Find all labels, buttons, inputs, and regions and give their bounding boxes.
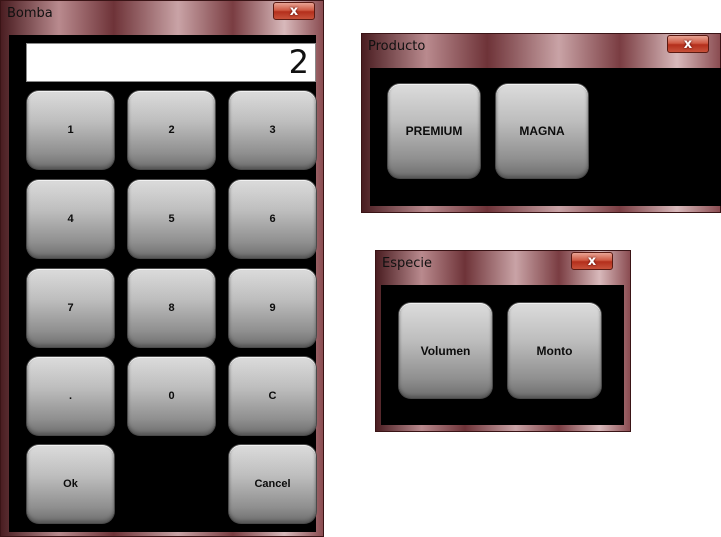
close-icon: x	[289, 3, 299, 19]
key-3-button[interactable]: 3	[229, 91, 316, 169]
monto-button[interactable]: Monto	[508, 303, 601, 398]
bomba-window: Bomba x 2 1 2 3 4 5 6 7 8 9 . 0 C Ok Can…	[0, 0, 324, 537]
producto-close-button[interactable]: x	[667, 35, 709, 53]
key-9-button[interactable]: 9	[229, 269, 316, 347]
close-icon: x	[587, 253, 597, 269]
key-4-button[interactable]: 4	[27, 180, 114, 258]
key-5-button[interactable]: 5	[128, 180, 215, 258]
magna-button[interactable]: MAGNA	[496, 84, 588, 178]
key-1-button[interactable]: 1	[27, 91, 114, 169]
producto-client-area: PREMIUM MAGNA	[370, 68, 721, 206]
ok-button[interactable]: Ok	[27, 445, 114, 523]
bomba-title: Bomba	[7, 6, 53, 21]
especie-window: Especie x Volumen Monto	[375, 250, 631, 432]
producto-titlebar[interactable]: Producto x	[362, 34, 720, 60]
especie-close-button[interactable]: x	[571, 252, 613, 270]
premium-button[interactable]: PREMIUM	[388, 84, 480, 178]
key-7-button[interactable]: 7	[27, 269, 114, 347]
producto-title: Producto	[368, 39, 426, 54]
key-6-button[interactable]: 6	[229, 180, 316, 258]
volumen-button[interactable]: Volumen	[399, 303, 492, 398]
cancel-button[interactable]: Cancel	[229, 445, 316, 523]
bomba-titlebar[interactable]: Bomba x	[1, 1, 323, 27]
especie-title: Especie	[382, 256, 432, 271]
amount-display-field[interactable]: 2	[26, 43, 316, 82]
bomba-close-button[interactable]: x	[273, 2, 315, 20]
clear-button[interactable]: C	[229, 357, 316, 435]
close-icon: x	[683, 36, 693, 52]
producto-window: Producto x PREMIUM MAGNA	[361, 33, 721, 213]
bomba-client-area: 2 1 2 3 4 5 6 7 8 9 . 0 C Ok Cancel	[9, 35, 316, 532]
especie-titlebar[interactable]: Especie x	[376, 251, 630, 277]
key-0-button[interactable]: 0	[128, 357, 215, 435]
especie-client-area: Volumen Monto	[381, 285, 624, 425]
key-2-button[interactable]: 2	[128, 91, 215, 169]
key-8-button[interactable]: 8	[128, 269, 215, 347]
key-decimal-button[interactable]: .	[27, 357, 114, 435]
